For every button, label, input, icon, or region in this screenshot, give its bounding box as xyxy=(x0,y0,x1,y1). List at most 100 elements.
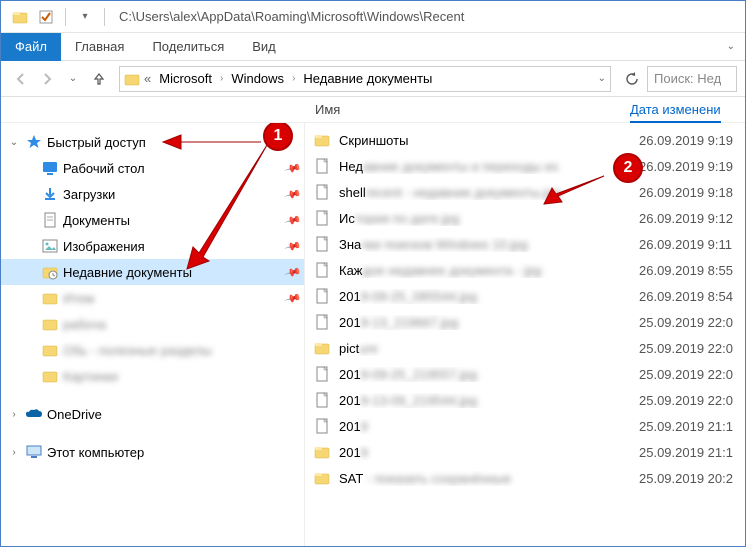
file-row[interactable]: Значки поисков Windows 10.jpg 26.09.2019 … xyxy=(305,231,745,257)
file-row[interactable]: SAT - показать сохранённые 25.09.2019 20:… xyxy=(305,465,745,491)
file-row[interactable]: picture25.09.2019 22:0 xyxy=(305,335,745,361)
column-header-name[interactable]: Имя xyxy=(305,102,630,117)
file-row[interactable]: Каждое недавнее документа - jpg26.09.201… xyxy=(305,257,745,283)
pin-icon: 📌 xyxy=(286,162,304,175)
file-name: Каждое недавнее документа - jpg xyxy=(339,263,631,278)
properties-quick-icon[interactable] xyxy=(35,6,57,28)
file-row[interactable]: 201925.09.2019 21:1 xyxy=(305,439,745,465)
file-row[interactable]: Недавние документы и переходы из26.09.20… xyxy=(305,153,745,179)
app-icon xyxy=(9,6,31,28)
file-date: 26.09.2019 9:19 xyxy=(639,159,733,174)
onedrive-icon xyxy=(25,405,43,423)
file-name: 2019-09-25_219557.jpg xyxy=(339,367,631,382)
forward-button[interactable] xyxy=(35,67,59,91)
file-icon xyxy=(313,313,331,331)
breadcrumb-overflow-icon[interactable]: « xyxy=(144,71,151,86)
file-row[interactable]: 2019-13_219667.jpg 25.09.2019 22:0 xyxy=(305,309,745,335)
file-row[interactable]: 2019-09-25_219557.jpg25.09.2019 22:0 xyxy=(305,361,745,387)
file-name: История по дате.jpg xyxy=(339,211,631,226)
search-placeholder: Поиск: Нед xyxy=(654,71,721,86)
back-button[interactable] xyxy=(9,67,33,91)
tree-label: Картинки xyxy=(63,369,304,384)
tab-home[interactable]: Главная xyxy=(61,33,138,61)
tree-label: рабоча xyxy=(63,317,304,332)
breadcrumb-root-icon xyxy=(124,71,140,87)
file-row[interactable]: 2019-09-25_085544.jpg26.09.2019 8:54 xyxy=(305,283,745,309)
chevron-right-icon[interactable]: › xyxy=(292,73,295,84)
folder-icon xyxy=(313,339,331,357)
file-icon xyxy=(313,209,331,227)
annotation-badge-2: 2 xyxy=(613,153,643,183)
tree-label: Обь - полезные разделы xyxy=(63,343,304,358)
column-headers: Имя Дата изменени xyxy=(1,97,745,123)
nav-bar: ⌄ « Microsoft › Windows › Недавние докум… xyxy=(1,61,745,97)
file-date: 26.09.2019 9:18 xyxy=(639,185,733,200)
breadcrumb-dropdown-icon[interactable]: ⌄ xyxy=(598,73,606,84)
tree-recent-folder[interactable]: Картинки xyxy=(1,363,304,389)
tab-view[interactable]: Вид xyxy=(238,33,290,61)
search-input[interactable]: Поиск: Нед xyxy=(647,66,737,92)
recent-locations-dropdown[interactable]: ⌄ xyxy=(61,67,85,91)
annotation-arrow xyxy=(179,141,279,271)
ribbon-tabs: Файл Главная Поделиться Вид ⌄ xyxy=(1,33,745,61)
separator xyxy=(65,8,66,26)
tree-this-pc[interactable]: › Этот компьютер xyxy=(1,439,304,465)
folder-icon xyxy=(41,367,59,385)
up-button[interactable] xyxy=(87,67,111,91)
file-row[interactable]: Скриншоты26.09.2019 9:19 xyxy=(305,127,745,153)
breadcrumb-microsoft[interactable]: Microsoft xyxy=(155,71,216,86)
file-name: Значки поисков Windows 10.jpg xyxy=(339,237,631,252)
qat-dropdown-icon[interactable]: ▾ xyxy=(74,6,96,28)
file-date: 25.09.2019 21:1 xyxy=(639,445,733,460)
refresh-button[interactable] xyxy=(619,66,645,92)
file-icon xyxy=(313,235,331,253)
tree-onedrive[interactable]: › OneDrive xyxy=(1,401,304,427)
breadcrumb-windows[interactable]: Windows xyxy=(227,71,288,86)
folder-icon xyxy=(313,443,331,461)
document-icon xyxy=(41,211,59,229)
file-date: 26.09.2019 8:54 xyxy=(639,289,733,304)
file-name: 2019-13_219667.jpg xyxy=(339,315,631,330)
expand-icon[interactable]: › xyxy=(7,409,21,420)
folder-icon xyxy=(313,469,331,487)
nav-tree: ⌄ Быстрый доступ Рабочий стол 📌 Загрузки… xyxy=(1,123,305,546)
file-date: 25.09.2019 20:2 xyxy=(639,471,733,486)
file-row[interactable]: 201925.09.2019 21:1 xyxy=(305,413,745,439)
tree-pinned-folder[interactable]: Итем 📌 xyxy=(1,285,304,311)
file-date: 26.09.2019 9:11 xyxy=(639,237,732,252)
file-date: 25.09.2019 22:0 xyxy=(639,315,733,330)
file-name: 2019 xyxy=(339,419,631,434)
chevron-right-icon[interactable]: › xyxy=(220,73,223,84)
title-bar: ▾ C:\Users\alex\AppData\Roaming\Microsof… xyxy=(1,1,745,33)
breadcrumb-bar[interactable]: « Microsoft › Windows › Недавние докумен… xyxy=(119,66,611,92)
window-title-path: C:\Users\alex\AppData\Roaming\Microsoft\… xyxy=(119,9,464,24)
pin-icon: 📌 xyxy=(286,292,304,305)
file-name: SAT - показать сохранённые xyxy=(339,471,631,486)
file-row[interactable]: shellrecent - недавние документы.jpg26.0… xyxy=(305,179,745,205)
folder-icon xyxy=(41,341,59,359)
file-name: Скриншоты xyxy=(339,133,631,148)
folder-icon xyxy=(41,289,59,307)
column-header-date[interactable]: Дата изменени xyxy=(630,102,721,123)
ribbon-expand-icon[interactable]: ⌄ xyxy=(727,41,735,52)
tab-share[interactable]: Поделиться xyxy=(138,33,238,61)
annotation-arrow xyxy=(542,172,612,208)
tree-recent-folder[interactable]: Обь - полезные разделы xyxy=(1,337,304,363)
expand-icon[interactable]: › xyxy=(7,447,21,458)
file-icon xyxy=(313,157,331,175)
tab-file[interactable]: Файл xyxy=(1,33,61,61)
tree-recent-folder[interactable]: рабоча xyxy=(1,311,304,337)
recent-icon xyxy=(41,263,59,281)
picture-icon xyxy=(41,237,59,255)
file-icon xyxy=(313,261,331,279)
folder-icon xyxy=(41,315,59,333)
file-row[interactable]: 2019-13-09_219544.jpg25.09.2019 22:0 xyxy=(305,387,745,413)
file-row[interactable]: История по дате.jpg 26.09.2019 9:12 xyxy=(305,205,745,231)
pc-icon xyxy=(25,443,43,461)
breadcrumb-recent[interactable]: Недавние документы xyxy=(299,71,436,86)
collapse-icon[interactable]: ⌄ xyxy=(7,137,21,148)
tree-label: Итем xyxy=(63,291,282,306)
folder-icon xyxy=(313,131,331,149)
file-date: 26.09.2019 9:12 xyxy=(639,211,733,226)
pin-icon: 📌 xyxy=(286,214,304,227)
